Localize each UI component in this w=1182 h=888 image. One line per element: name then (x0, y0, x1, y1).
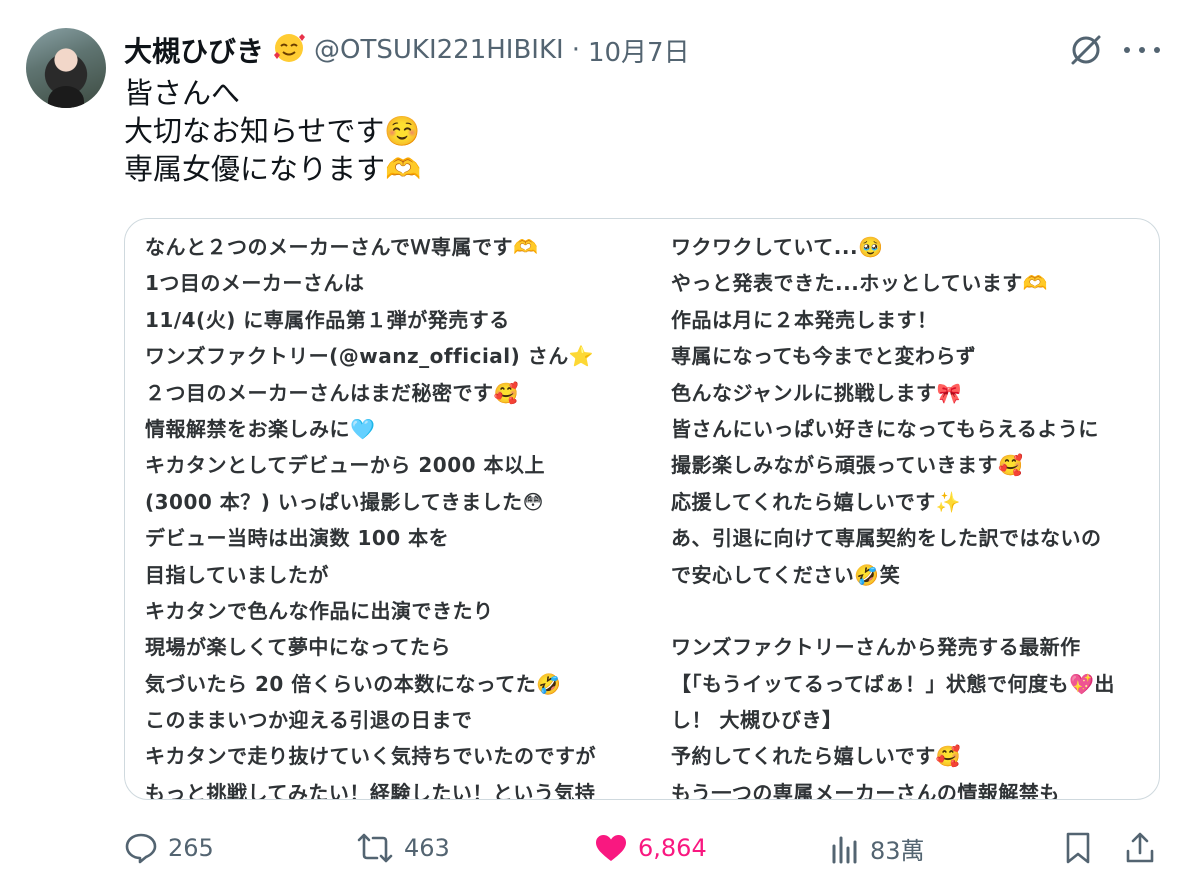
reply-count: 265 (168, 834, 214, 862)
heart-filled-icon (596, 835, 626, 861)
tweet-text: 皆さんへ 大切なお知らせです☺️ 専属女優になります🫶 (124, 74, 421, 188)
image-text-line: 1つ目のメーカーさんは (145, 271, 365, 296)
image-text-line: 気づいたら 20 倍くらいの本数になってた🤣 (145, 671, 562, 696)
image-text-line: 現場が楽しくて夢中になってたら (145, 635, 451, 660)
image-text-line: 専属になっても今までと変わらず (671, 344, 977, 369)
like-count: 6,864 (638, 834, 707, 862)
image-text-line: デビュー当時は出演数 100 本を (145, 526, 450, 551)
like-button[interactable]: 6,864 (594, 826, 707, 870)
image-text-left-column: なんと２つのメーカーさんでＷ専属です🫶 1つ目のメーカーさんは 11/4(火) … (145, 229, 596, 800)
separator-dot: · (571, 35, 580, 65)
views-chart-icon (832, 836, 857, 864)
image-text-line: 目指していましたが (145, 562, 329, 587)
image-text-line: キカタンで色んな作品に出演できたり (145, 598, 494, 623)
image-text-line: し！ 大槻ひびき】 (671, 708, 843, 733)
tweet-line: 大切なお知らせです☺️ (124, 114, 421, 148)
image-text-line: キカタンとしてデビューから 2000 本以上 (145, 453, 545, 478)
share-button[interactable] (1124, 826, 1156, 870)
attached-image-card[interactable]: なんと２つのメーカーさんでＷ専属です🫶 1つ目のメーカーさんは 11/4(火) … (124, 218, 1160, 800)
image-text-line: で安心してください🤣笑 (671, 562, 901, 587)
image-text-line: このままいつか迎える引退の日まで (145, 708, 473, 733)
retweet-icon (357, 833, 393, 863)
views-button[interactable]: 83萬 (830, 826, 925, 870)
share-icon (1126, 832, 1154, 863)
image-text-line: ワンズファクトリーさんから発売する最新作 (671, 635, 1081, 660)
image-text-line: 色んなジャンルに挑戦します🎀 (671, 380, 962, 405)
retweet-button[interactable]: 463 (356, 826, 450, 870)
image-text-line: キカタンで走り抜けていく気持ちでいたのですが (145, 744, 596, 769)
retweet-count: 463 (404, 834, 450, 862)
image-text-line: 予約してくれたら嬉しいです🥰 (671, 744, 962, 769)
image-text-line: (3000 本？) いっぱい撮影してきました😳 (145, 489, 545, 514)
smiling-hearts-emoji-icon (272, 31, 306, 69)
image-text-line: もっと挑戦してみたい！経験したい！という気持 (145, 780, 596, 800)
more-options-icon[interactable] (1124, 38, 1160, 62)
image-text-line: 情報解禁をお楽しみに🩵 (145, 416, 376, 441)
tweet-date[interactable]: 10月7日 (588, 32, 690, 69)
reply-icon (125, 833, 157, 864)
image-text-line: ワクワクしていて...🥹 (671, 235, 884, 259)
bookmark-button[interactable] (1064, 826, 1092, 870)
author-avatar[interactable] (26, 28, 106, 108)
image-text-line: もう一つの専属メーカーさんの情報解禁も (671, 780, 1060, 800)
image-text-line: あ、引退に向けて専属契約をした訳ではないの (671, 526, 1102, 551)
views-count: 83萬 (870, 836, 925, 865)
image-text-right-column: ワクワクしていて...🥹 やっと発表できた...ホッとしています🫶 作品は月に２… (671, 229, 1115, 800)
image-text-line: 応援してくれたら嬉しいです✨ (671, 489, 962, 514)
image-text-line: 11/4(火) に専属作品第１弾が発売する (145, 307, 510, 332)
author-handle[interactable]: @OTSUKI221HIBIKI (314, 35, 564, 65)
image-text-line: やっと発表できた...ホッとしています🫶 (671, 271, 1049, 296)
image-text-line: 撮影楽しみながら頑張っていきます🥰 (671, 453, 1024, 478)
image-text-line: ワンズファクトリー(@wanz_official) さん⭐ (145, 344, 595, 369)
grok-icon[interactable] (1068, 32, 1104, 68)
tweet-line: 専属女優になります🫶 (124, 152, 422, 186)
image-text-line: 作品は月に２本発売します！ (671, 307, 938, 332)
tweet-header: 大槻ひびき @OTSUKI221HIBIKI · 10月7日 (124, 30, 690, 70)
tweet-line: 皆さんへ (124, 76, 241, 110)
image-text-line: 【「もうイッてるってばぁ！」状態で何度も💖出 (671, 671, 1115, 696)
image-text-line: ２つ目のメーカーさんはまだ秘密です🥰 (145, 380, 519, 405)
author-name[interactable]: 大槻ひびき (124, 30, 264, 70)
image-text-line: 皆さんにいっぱい好きになってもらえるように (671, 416, 1099, 441)
bookmark-icon (1066, 832, 1090, 864)
tweet-actions-bar: 265 463 6,864 83萬 (124, 826, 1164, 870)
image-text-line: なんと２つのメーカーさんでＷ専属です🫶 (145, 235, 539, 259)
reply-button[interactable]: 265 (124, 826, 214, 870)
